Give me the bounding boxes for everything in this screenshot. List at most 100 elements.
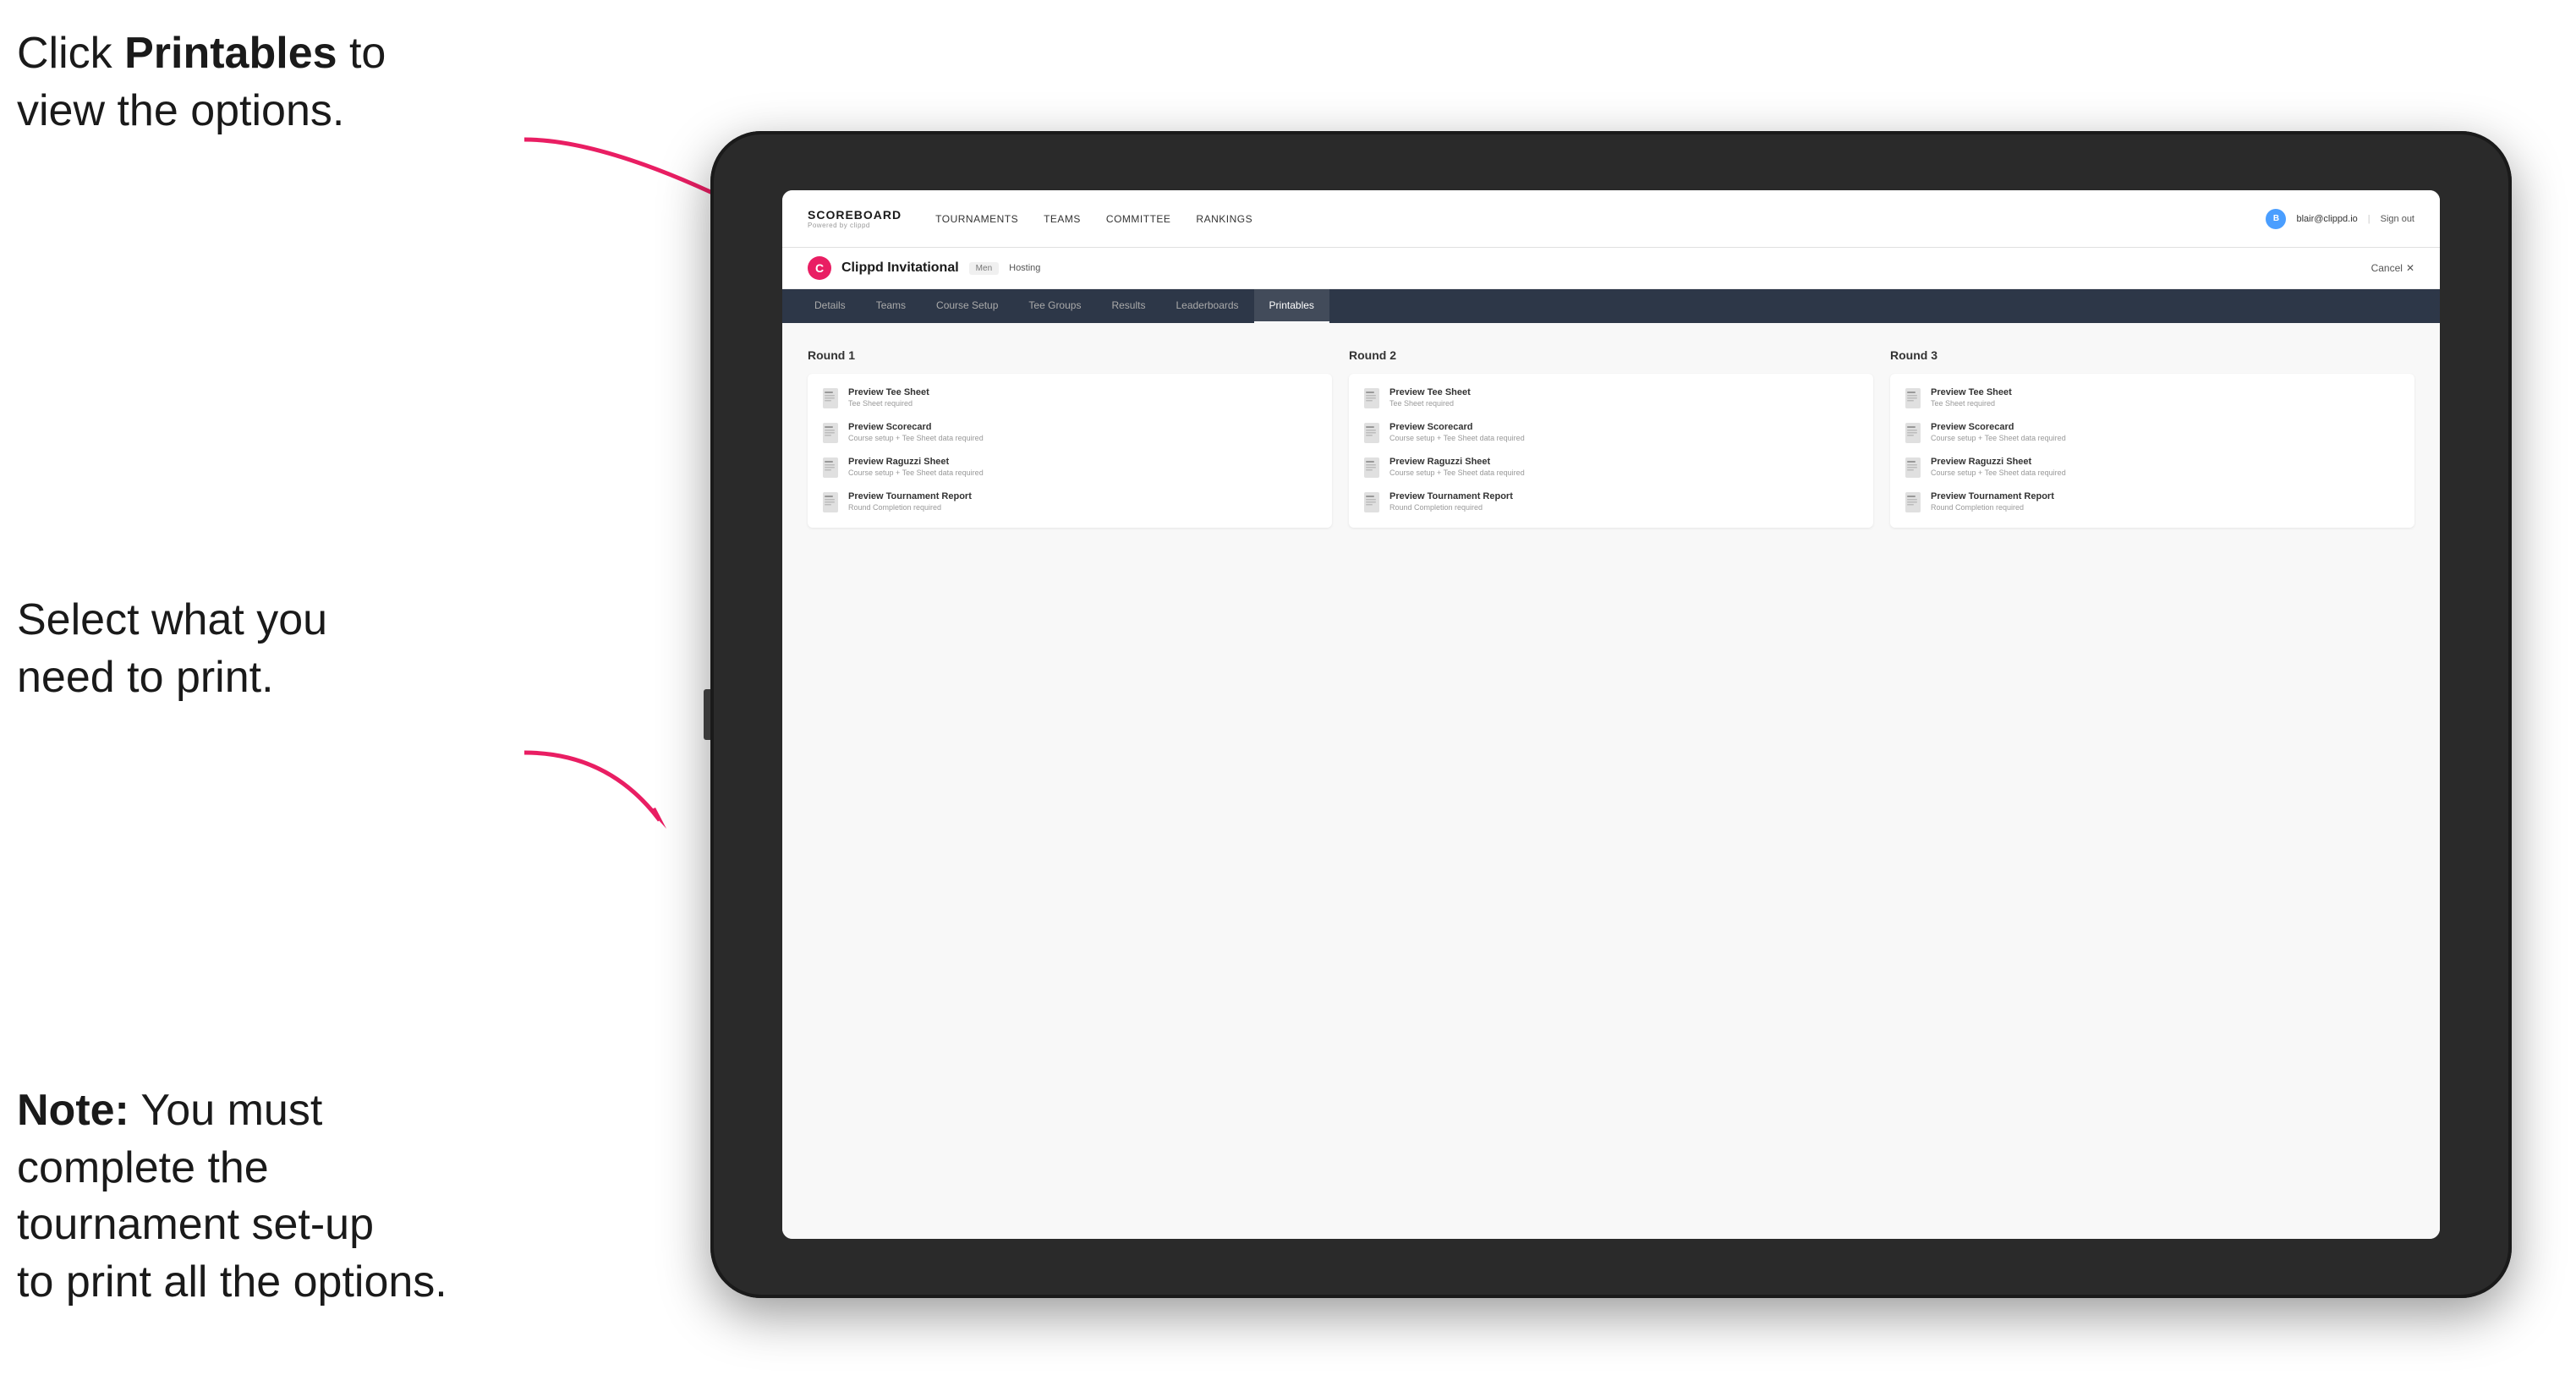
tournament-name-row: C Clippd Invitational Men Hosting — [808, 256, 1040, 280]
printables-bold: Printables — [124, 29, 337, 78]
brand-title: SCOREBOARD — [808, 208, 902, 222]
tee-sheet-icon — [821, 388, 840, 410]
scoreboard-brand: SCOREBOARD Powered by clippd — [808, 208, 902, 229]
tab-course-setup[interactable]: Course Setup — [921, 289, 1013, 323]
round3-raguzzi[interactable]: Preview Raguzzi Sheet Course setup + Tee… — [1904, 457, 2401, 479]
round2-scorecard-text: Preview Scorecard Course setup + Tee She… — [1389, 422, 1525, 442]
clippd-logo: C — [808, 256, 831, 280]
tab-results[interactable]: Results — [1096, 289, 1160, 323]
round3-tournament-report-text: Preview Tournament Report Round Completi… — [1931, 491, 2054, 512]
round3-scorecard-req: Course setup + Tee Sheet data required — [1931, 434, 2066, 442]
round1-tee-sheet-text: Preview Tee Sheet Tee Sheet required — [848, 387, 929, 408]
brand-sub: Powered by clippd — [808, 222, 902, 229]
round2-raguzzi-title: Preview Raguzzi Sheet — [1389, 457, 1525, 467]
round-3-card: Preview Tee Sheet Tee Sheet required — [1890, 374, 2414, 528]
round1-raguzzi[interactable]: Preview Raguzzi Sheet Course setup + Tee… — [821, 457, 1318, 479]
round3-tee-sheet-req: Tee Sheet required — [1931, 399, 2012, 408]
round2-tournament-report-title: Preview Tournament Report — [1389, 491, 1513, 501]
instruction-middle: Select what you need to print. — [17, 592, 327, 706]
note-bold: Note: — [17, 1086, 129, 1135]
round3-tee-sheet-title: Preview Tee Sheet — [1931, 387, 2012, 397]
round2-tee-sheet-title: Preview Tee Sheet — [1389, 387, 1471, 397]
top-nav: SCOREBOARD Powered by clippd TOURNAMENTS… — [782, 190, 2440, 248]
nav-rankings[interactable]: RANKINGS — [1196, 210, 1252, 228]
round3-raguzzi-text: Preview Raguzzi Sheet Course setup + Tee… — [1931, 457, 2066, 477]
tournament-status: Hosting — [1009, 263, 1040, 273]
arrow-select — [474, 736, 685, 837]
round2-scorecard[interactable]: Preview Scorecard Course setup + Tee She… — [1362, 422, 1860, 445]
round2-tee-sheet-req: Tee Sheet required — [1389, 399, 1471, 408]
round-3-label: Round 3 — [1890, 348, 2414, 362]
round3-scorecard-text: Preview Scorecard Course setup + Tee She… — [1931, 422, 2066, 442]
round1-tournament-report-title: Preview Tournament Report — [848, 491, 972, 501]
round3-scorecard[interactable]: Preview Scorecard Course setup + Tee She… — [1904, 422, 2401, 445]
round1-tee-sheet[interactable]: Preview Tee Sheet Tee Sheet required — [821, 387, 1318, 410]
r3-scorecard-icon — [1904, 423, 1922, 445]
tab-leaderboards[interactable]: Leaderboards — [1160, 289, 1253, 323]
round-2-label: Round 2 — [1349, 348, 1873, 362]
round-2-section: Round 2 — [1349, 348, 1873, 528]
round3-tournament-report-title: Preview Tournament Report — [1931, 491, 2054, 501]
main-content: Round 1 — [782, 323, 2440, 1239]
round2-scorecard-title: Preview Scorecard — [1389, 422, 1525, 432]
round1-scorecard-text: Preview Scorecard Course setup + Tee She… — [848, 422, 984, 442]
r3-tournament-report-icon — [1904, 492, 1922, 514]
round2-raguzzi[interactable]: Preview Raguzzi Sheet Course setup + Tee… — [1362, 457, 1860, 479]
round1-tournament-report-text: Preview Tournament Report Round Completi… — [848, 491, 972, 512]
round3-tee-sheet-text: Preview Tee Sheet Tee Sheet required — [1931, 387, 2012, 408]
round1-raguzzi-title: Preview Raguzzi Sheet — [848, 457, 984, 467]
round-1-section: Round 1 — [808, 348, 1332, 528]
nav-tournaments[interactable]: TOURNAMENTS — [935, 210, 1018, 228]
tab-details[interactable]: Details — [799, 289, 861, 323]
tournament-bar: C Clippd Invitational Men Hosting Cancel… — [782, 248, 2440, 289]
round1-scorecard[interactable]: Preview Scorecard Course setup + Tee She… — [821, 422, 1318, 445]
round2-tournament-report-req: Round Completion required — [1389, 503, 1513, 512]
round1-scorecard-title: Preview Scorecard — [848, 422, 984, 432]
nav-committee[interactable]: COMMITTEE — [1106, 210, 1171, 228]
round2-scorecard-req: Course setup + Tee Sheet data required — [1389, 434, 1525, 442]
round1-tournament-report[interactable]: Preview Tournament Report Round Completi… — [821, 491, 1318, 514]
round3-tournament-report[interactable]: Preview Tournament Report Round Completi… — [1904, 491, 2401, 514]
pipe-separator: | — [2368, 214, 2370, 224]
sign-out-link[interactable]: Sign out — [2381, 214, 2414, 224]
round-1-label: Round 1 — [808, 348, 1332, 362]
round1-raguzzi-text: Preview Raguzzi Sheet Course setup + Tee… — [848, 457, 984, 477]
round1-scorecard-req: Course setup + Tee Sheet data required — [848, 434, 984, 442]
tournament-report-icon — [821, 492, 840, 514]
round1-tee-sheet-title: Preview Tee Sheet — [848, 387, 929, 397]
round2-tee-sheet[interactable]: Preview Tee Sheet Tee Sheet required — [1362, 387, 1860, 410]
scorecard-icon — [821, 423, 840, 445]
round2-raguzzi-req: Course setup + Tee Sheet data required — [1389, 468, 1525, 477]
round-3-section: Round 3 — [1890, 348, 2414, 528]
round2-tee-sheet-text: Preview Tee Sheet Tee Sheet required — [1389, 387, 1471, 408]
round3-tee-sheet[interactable]: Preview Tee Sheet Tee Sheet required — [1904, 387, 2401, 410]
tournament-badge: Men — [969, 262, 999, 275]
rounds-grid: Round 1 — [808, 348, 2414, 528]
tab-bar: Details Teams Course Setup Tee Groups Re… — [782, 289, 2440, 323]
cancel-label: Cancel — [2371, 262, 2403, 274]
nav-teams[interactable]: TEAMS — [1044, 210, 1081, 228]
tournament-name: Clippd Invitational — [841, 260, 959, 276]
round3-raguzzi-req: Course setup + Tee Sheet data required — [1931, 468, 2066, 477]
round-2-card: Preview Tee Sheet Tee Sheet required — [1349, 374, 1873, 528]
round3-scorecard-title: Preview Scorecard — [1931, 422, 2066, 432]
instruction-middle-line2: need to print. — [17, 653, 274, 702]
round3-raguzzi-title: Preview Raguzzi Sheet — [1931, 457, 2066, 467]
cancel-button[interactable]: Cancel ✕ — [2371, 262, 2414, 274]
round-1-card: Preview Tee Sheet Tee Sheet required — [808, 374, 1332, 528]
tab-teams[interactable]: Teams — [861, 289, 921, 323]
tab-printables[interactable]: Printables — [1254, 289, 1329, 323]
main-nav-items: TOURNAMENTS TEAMS COMMITTEE RANKINGS — [935, 210, 2266, 228]
tablet-device: SCOREBOARD Powered by clippd TOURNAMENTS… — [710, 131, 2512, 1298]
round2-tournament-report[interactable]: Preview Tournament Report Round Completi… — [1362, 491, 1860, 514]
nav-right: B blair@clippd.io | Sign out — [2266, 209, 2414, 229]
round1-raguzzi-req: Course setup + Tee Sheet data required — [848, 468, 984, 477]
instruction-top: Click Printables toview the options. — [17, 25, 386, 140]
r2-tournament-report-icon — [1362, 492, 1381, 514]
round1-tee-sheet-req: Tee Sheet required — [848, 399, 929, 408]
r2-tee-sheet-icon — [1362, 388, 1381, 410]
tab-tee-groups[interactable]: Tee Groups — [1013, 289, 1096, 323]
r2-raguzzi-icon — [1362, 457, 1381, 479]
user-email: blair@clippd.io — [2296, 214, 2357, 224]
cancel-x-icon: ✕ — [2406, 262, 2414, 274]
